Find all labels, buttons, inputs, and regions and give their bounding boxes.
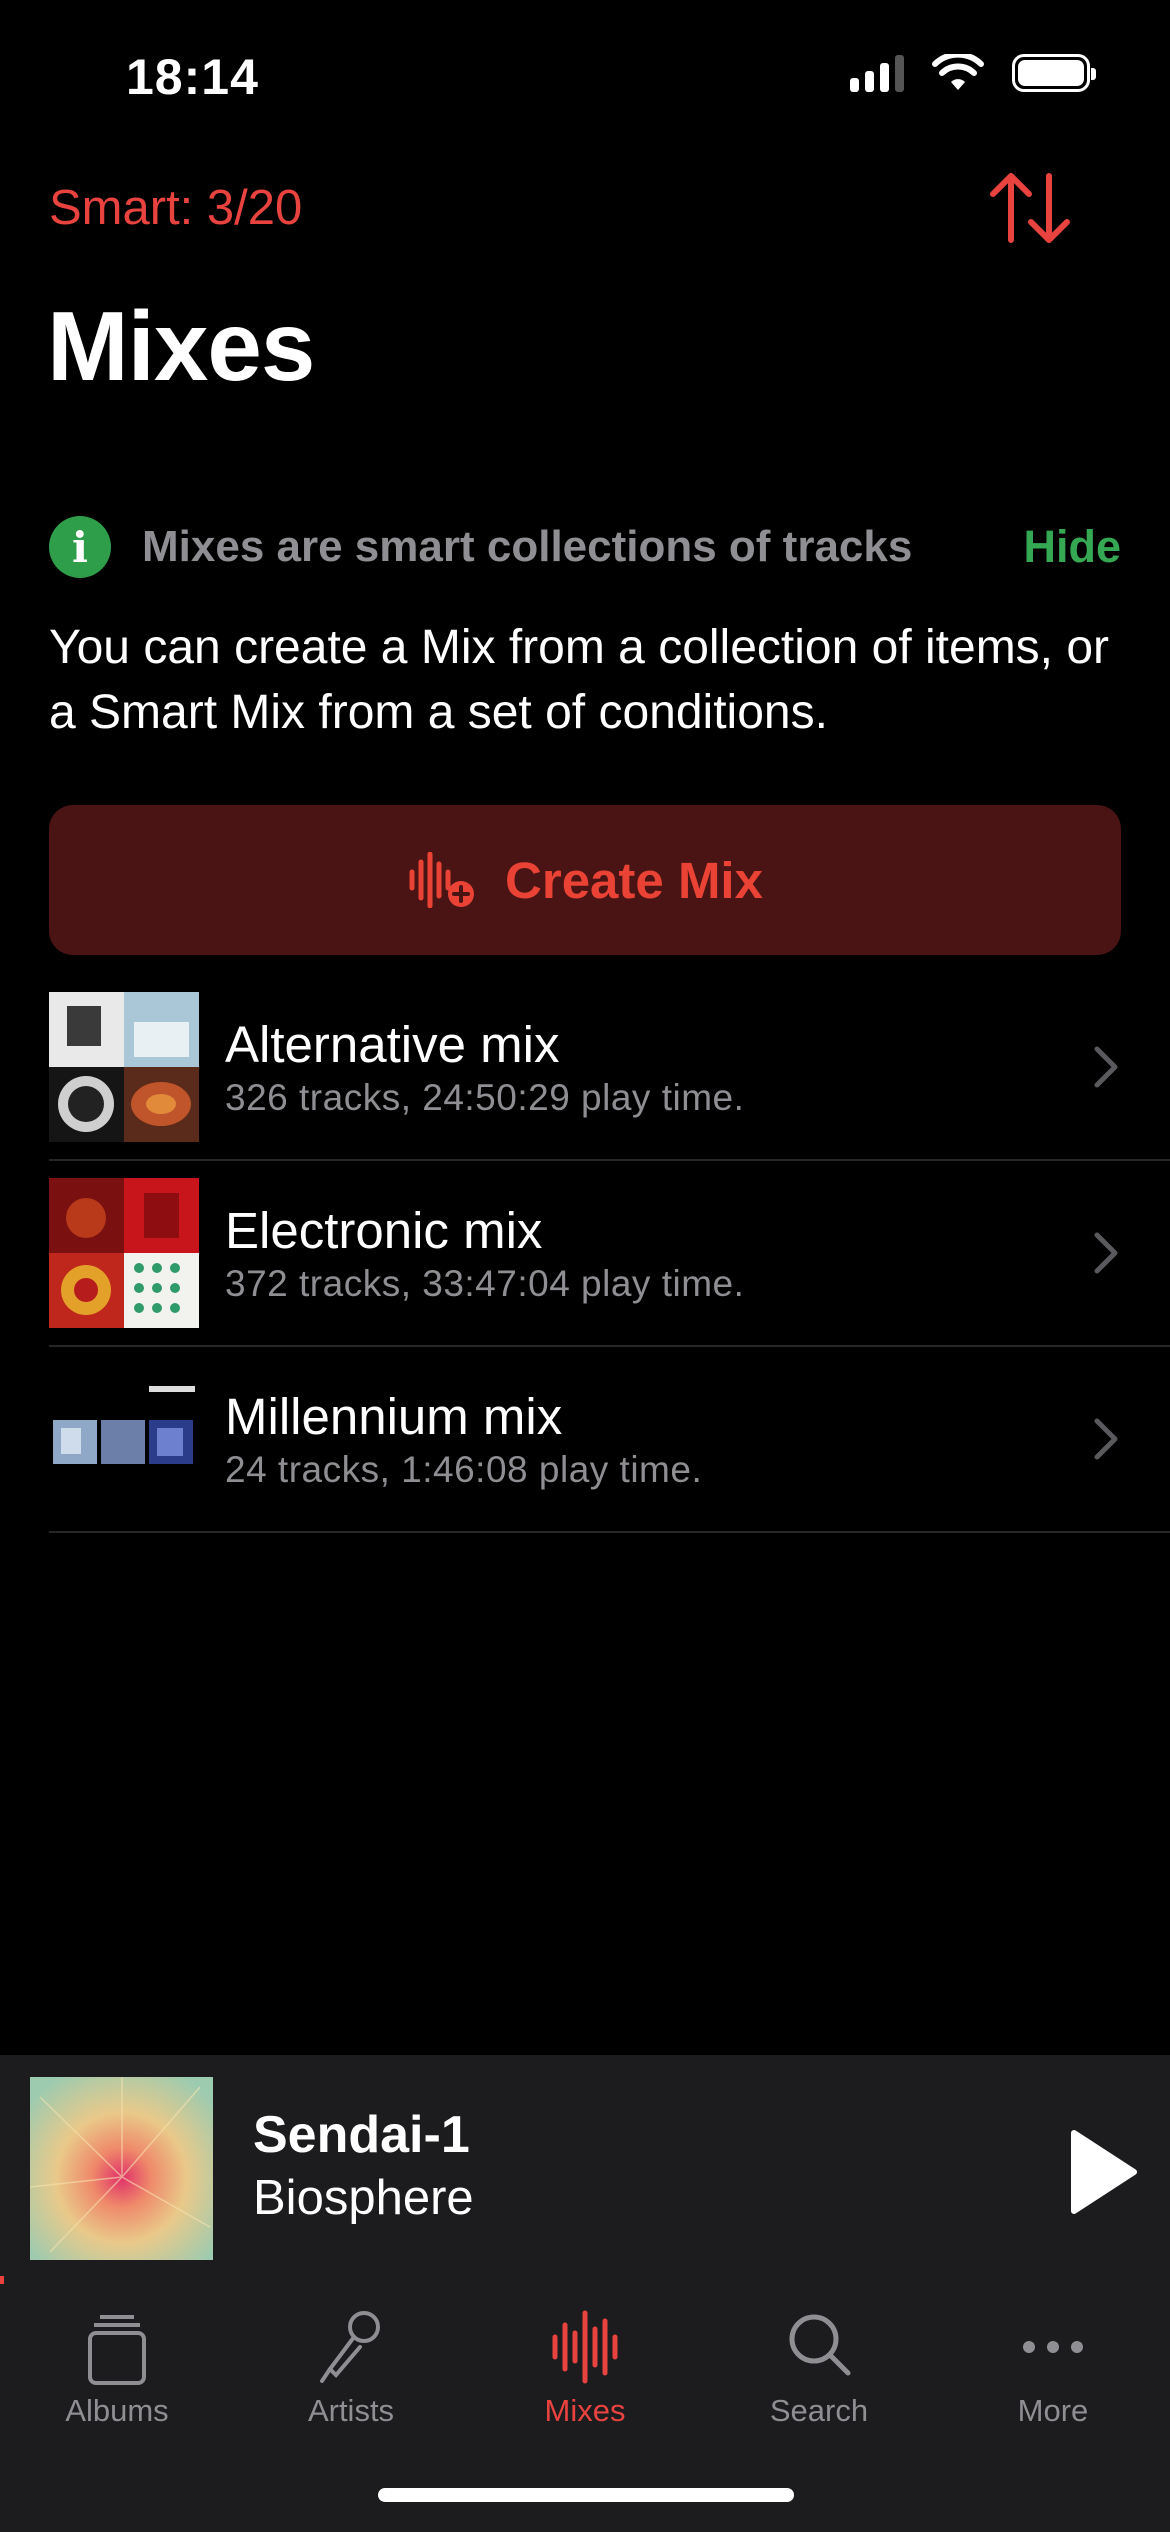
sort-icon[interactable]	[985, 168, 1075, 248]
tab-label: More	[1017, 2393, 1089, 2428]
info-banner: i Mixes are smart collections of tracks …	[49, 514, 1121, 580]
mix-list-item[interactable]: Alternative mix 326 tracks, 24:50:29 pla…	[49, 975, 1170, 1161]
now-playing-artist: Biosphere	[253, 2171, 474, 2225]
search-icon	[789, 2314, 851, 2376]
mix-artwork	[49, 992, 199, 1142]
mix-meta: 326 tracks, 24:50:29 play time.	[225, 1077, 745, 1118]
tab-artists[interactable]: Artists	[234, 2307, 468, 2429]
info-icon: i	[49, 516, 111, 578]
home-indicator[interactable]	[378, 2488, 794, 2502]
playback-progress	[0, 2276, 4, 2284]
tab-label: Artists	[307, 2393, 395, 2428]
now-playing-artwork	[30, 2077, 213, 2260]
tab-more[interactable]: More	[936, 2307, 1170, 2429]
info-title: Mixes are smart collections of tracks	[142, 522, 913, 571]
mix-name: Millennium mix	[225, 1388, 563, 1445]
chevron-right-icon	[1094, 1232, 1118, 1274]
ellipsis-icon	[1023, 2341, 1083, 2353]
status-icons	[850, 54, 1096, 92]
info-description: You can create a Mix from a collection o…	[49, 621, 1110, 739]
chevron-right-icon	[1094, 1046, 1118, 1088]
tab-label: Albums	[65, 2393, 169, 2428]
tab-label: Mixes	[544, 2393, 626, 2428]
tab-label: Search	[769, 2393, 869, 2428]
mix-artwork	[49, 1178, 199, 1328]
mix-name: Electronic mix	[225, 1202, 543, 1259]
smart-count-label: Smart: 3/20	[49, 181, 303, 235]
create-mix-label: Create Mix	[505, 851, 763, 909]
tab-mixes[interactable]: Mixes	[468, 2307, 702, 2429]
now-playing-bar[interactable]: Sendai-1 Biosphere	[0, 2055, 1170, 2287]
cellular-signal-icon	[850, 54, 904, 92]
create-mix-button[interactable]: Create Mix	[49, 805, 1121, 955]
mixes-screen: 18:14 Smart: 3/20 Mixes i Mixes are smar…	[0, 0, 1170, 2532]
mix-list-item[interactable]: Millennium mix 24 tracks, 1:46:08 play t…	[49, 1347, 1170, 1533]
chevron-right-icon	[1094, 1418, 1118, 1460]
tab-albums[interactable]: Albums	[0, 2307, 234, 2429]
mix-meta: 24 tracks, 1:46:08 play time.	[225, 1449, 703, 1490]
mix-meta: 372 tracks, 33:47:04 play time.	[225, 1263, 745, 1304]
play-icon[interactable]	[1068, 2127, 1140, 2217]
wifi-icon	[932, 54, 984, 90]
now-playing-title: Sendai-1	[253, 2106, 470, 2164]
tab-search[interactable]: Search	[702, 2307, 936, 2429]
waveform-add-icon	[409, 852, 475, 908]
mix-artwork	[49, 1364, 199, 1514]
mix-list-item[interactable]: Electronic mix 372 tracks, 33:47:04 play…	[49, 1161, 1170, 1347]
waveform-icon	[552, 2310, 618, 2384]
hide-button[interactable]: Hide	[1023, 521, 1121, 573]
microphone-icon	[320, 2311, 380, 2383]
albums-icon	[88, 2315, 146, 2385]
battery-icon	[1012, 54, 1096, 92]
page-title: Mixes	[47, 291, 315, 401]
mix-name: Alternative mix	[225, 1016, 560, 1073]
status-time: 18:14	[126, 49, 259, 105]
